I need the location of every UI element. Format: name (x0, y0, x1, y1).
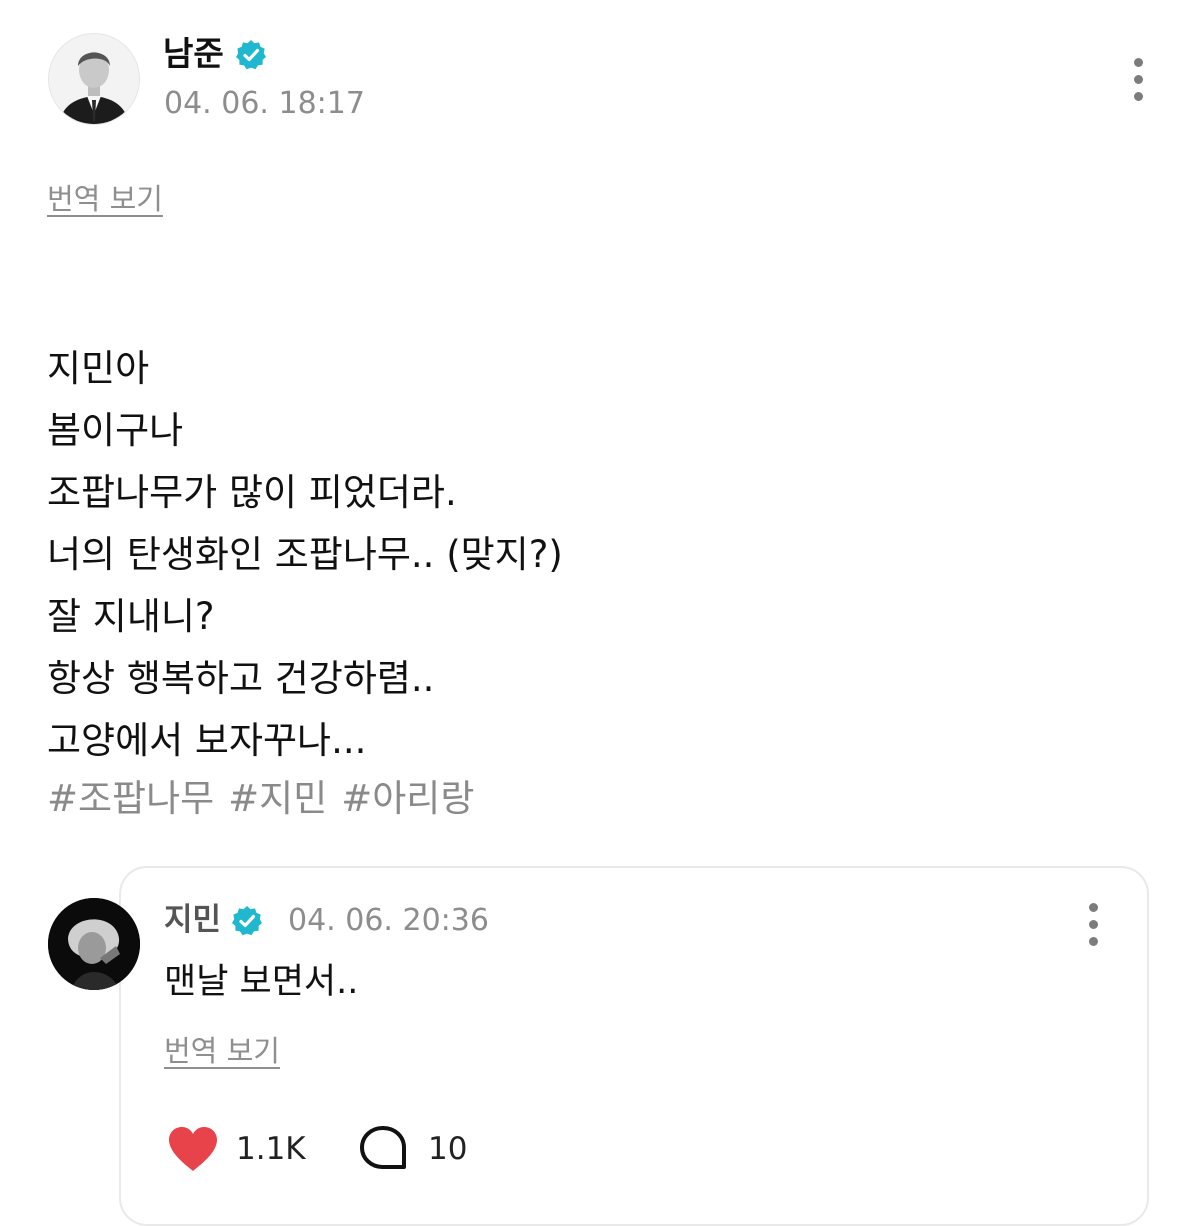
post-line: 너의 탄생화인 조팝나무.. (맞지?) (47, 533, 563, 576)
hashtag[interactable]: #지민 (228, 777, 327, 820)
reply-avatar[interactable] (48, 898, 140, 990)
post-translate-link[interactable]: 번역 보기 (47, 181, 163, 217)
author-avatar[interactable] (48, 33, 140, 125)
speech-bubble-icon (360, 1126, 406, 1169)
reply-avatar-photo (48, 898, 140, 990)
post-more-button[interactable] (1128, 58, 1148, 109)
reply-author-name[interactable]: 지민 (164, 900, 221, 940)
comment-count: 10 (428, 1131, 468, 1167)
vertical-dots-icon (1133, 58, 1143, 67)
like-button[interactable]: 1.1K (166, 1124, 306, 1174)
post-line: 봄이구나 (47, 409, 184, 452)
reply-text: 맨날 보면서.. (164, 962, 359, 1002)
reply-timestamp: 04. 06. 20:36 (288, 903, 489, 938)
hashtag[interactable]: #조팝나무 (47, 777, 214, 820)
author-name[interactable]: 남준 (163, 34, 224, 74)
post-line: 지민아 (47, 347, 150, 390)
verified-check-icon (232, 906, 262, 936)
like-count: 1.1K (236, 1131, 306, 1167)
reply-more-button[interactable] (1083, 903, 1103, 954)
comment-button[interactable]: 10 (358, 1124, 467, 1174)
post-line: 고양에서 보자꾸나... (47, 719, 367, 762)
hashtag[interactable]: #아리랑 (341, 777, 474, 820)
heart-icon (169, 1127, 217, 1171)
verified-check-icon (236, 40, 266, 70)
hashtag-list: #조팝나무 #지민 #아리랑 (47, 771, 488, 827)
post-line: 항상 행복하고 건강하렴.. (47, 657, 435, 700)
post-body: 지민아 봄이구나 조팝나무가 많이 피었더라. 너의 탄생화인 조팝나무.. (… (47, 338, 563, 772)
post-timestamp: 04. 06. 18:17 (164, 86, 365, 121)
vertical-dots-icon (1088, 903, 1098, 912)
author-avatar-photo (49, 34, 139, 124)
reply-translate-link[interactable]: 번역 보기 (164, 1033, 280, 1069)
post-line: 조팝나무가 많이 피었더라. (47, 471, 457, 514)
post-line: 잘 지내니? (47, 595, 215, 638)
